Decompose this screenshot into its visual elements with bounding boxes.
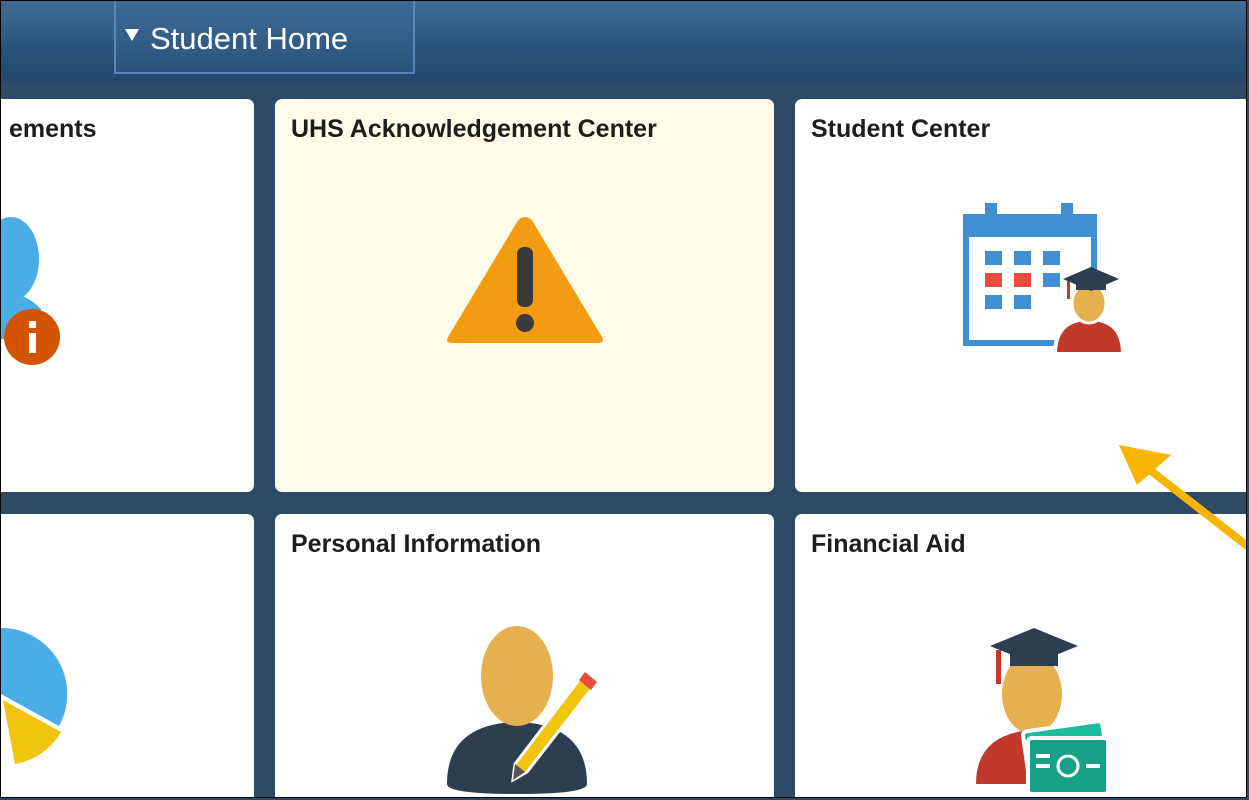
- tile-student-center[interactable]: Student Center: [795, 99, 1246, 492]
- warning-triangle-icon: [447, 217, 603, 343]
- graduate-money-icon: [976, 628, 1111, 796]
- tile-announcements[interactable]: ements: [1, 99, 254, 492]
- calendar-graduate-icon: [963, 203, 1126, 356]
- tile-title: Financial Aid: [811, 530, 966, 558]
- tile-left-bottom[interactable]: [1, 514, 254, 797]
- person-pencil-icon: [447, 626, 600, 794]
- tile-title: ements: [9, 115, 97, 143]
- page-frame: Student Home ements UHS Acknowledgement …: [0, 0, 1247, 798]
- student-home-label: Student Home: [150, 21, 349, 56]
- student-home-dropdown[interactable]: Student Home: [114, 1, 415, 74]
- tile-title: UHS Acknowledgement Center: [291, 115, 657, 143]
- announcements-person-info-icon: [1, 217, 60, 365]
- tile-uhs-acknowledgement-center[interactable]: UHS Acknowledgement Center: [275, 99, 774, 492]
- annotation-arrow-icon: [1119, 445, 1246, 549]
- tile-grid: ements UHS Acknowledgement Center Studen…: [1, 83, 1246, 797]
- tile-title: Student Center: [811, 115, 991, 143]
- tile-title: Personal Information: [291, 530, 542, 558]
- top-nav-bar: Student Home: [1, 1, 1246, 84]
- pie-chart-icon: [1, 627, 68, 764]
- tile-personal-information[interactable]: Personal Information: [275, 514, 774, 797]
- caret-down-icon: [125, 29, 139, 41]
